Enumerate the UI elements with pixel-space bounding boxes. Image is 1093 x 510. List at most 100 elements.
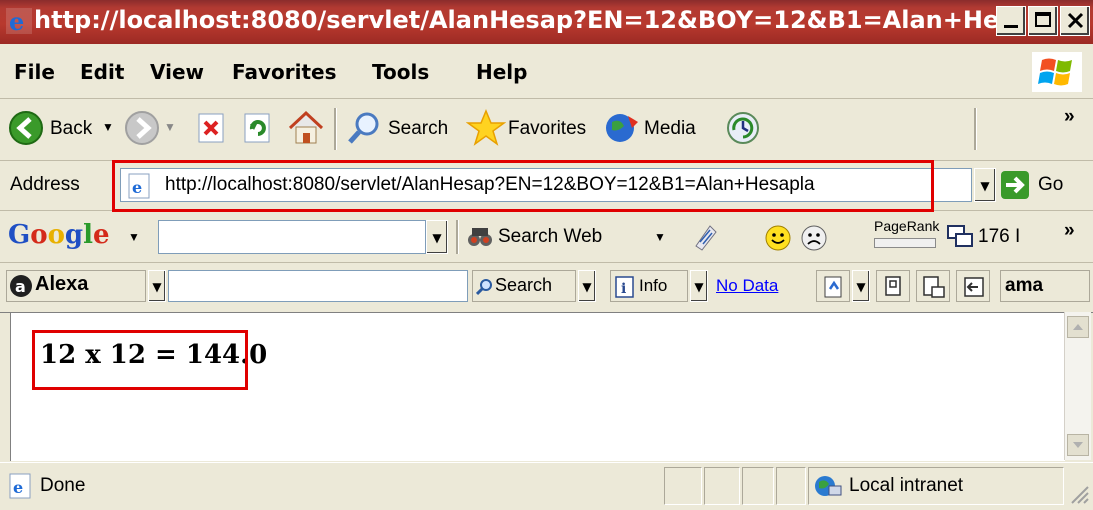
pagerank-label: PageRank [874, 218, 940, 234]
alexa-search-label: Search [495, 275, 553, 295]
scroll-down-button[interactable] [1067, 434, 1089, 456]
favorites-button[interactable]: Favorites [508, 118, 586, 140]
address-label: Address [10, 174, 80, 195]
magnifier-icon [476, 279, 492, 296]
alexa-back-button[interactable] [956, 270, 990, 302]
alexa-info-button[interactable]: i Info [610, 270, 688, 302]
home-icon[interactable] [286, 108, 326, 146]
binoculars-icon [468, 228, 492, 246]
close-button[interactable] [1060, 6, 1090, 36]
windows-logo-icon [1032, 52, 1082, 92]
popup-blocker-icon[interactable] [946, 224, 974, 250]
search-button[interactable]: Search [388, 118, 448, 140]
alexa-archive-button[interactable] [916, 270, 950, 302]
close-icon [1067, 12, 1084, 29]
resize-grip-icon[interactable] [1068, 483, 1090, 505]
svg-text:e: e [9, 8, 24, 34]
go-arrow-icon[interactable] [1000, 170, 1030, 200]
search-web-button[interactable]: Search Web [498, 226, 602, 248]
toolbar-separator [334, 108, 337, 150]
menu-view[interactable]: View [150, 60, 204, 84]
status-cell [742, 467, 774, 505]
scroll-up-arrow-icon [1073, 324, 1083, 330]
scroll-up-button[interactable] [1067, 316, 1089, 338]
alexa-toolbar: a Alexa ▼ Search ▼ i Info ▼ No Data ▼ am… [0, 262, 1093, 313]
title-bar[interactable]: e http://localhost:8080/servlet/AlanHesa… [0, 0, 1093, 44]
page-navigation-icon [824, 276, 842, 298]
browser-window: e http://localhost:8080/servlet/AlanHesa… [0, 0, 1093, 510]
go-button[interactable]: Go [1038, 174, 1063, 196]
window-title: http://localhost:8080/servlet/AlanHesap?… [34, 6, 1027, 34]
stop-icon[interactable] [196, 112, 228, 144]
alexa-info-dropdown-button[interactable]: ▼ [690, 270, 708, 302]
status-bar: e Done Local intranet [0, 462, 1093, 510]
local-intranet-icon [815, 476, 842, 496]
svg-text:e: e [13, 478, 23, 497]
forward-dropdown-icon[interactable]: ▼ [164, 120, 176, 134]
search-web-dropdown-icon[interactable]: ▼ [654, 230, 666, 244]
result-highlight-box [32, 330, 248, 390]
toolbar-separator [456, 220, 459, 254]
back-dropdown-icon[interactable]: ▼ [102, 120, 114, 134]
standard-toolbar: Back ▼ ▼ Search Favorites Media » [0, 98, 1093, 161]
alexa-nav-dropdown-button[interactable]: ▼ [852, 270, 870, 302]
popups-blocked-count[interactable]: 176 I [978, 226, 1020, 248]
favorites-star-icon[interactable] [466, 108, 506, 148]
google-logo[interactable]: Google [8, 220, 110, 250]
alexa-search-dropdown-button[interactable]: ▼ [578, 270, 596, 302]
alexa-a-icon: a [10, 275, 32, 297]
scroll-down-arrow-icon [1073, 442, 1083, 448]
alexa-nav-button[interactable] [816, 270, 850, 302]
url-highlight-box [112, 160, 934, 212]
alexa-search-button[interactable]: Search [472, 270, 576, 302]
google-toolbar-more-button[interactable]: » [1064, 220, 1075, 242]
address-dropdown-button[interactable]: ▼ [974, 168, 996, 202]
svg-text:a: a [15, 277, 26, 296]
search-icon[interactable] [346, 110, 382, 146]
google-search-input[interactable] [158, 220, 426, 254]
security-zone-cell[interactable]: Local intranet [808, 467, 1064, 505]
menu-tools[interactable]: Tools [372, 60, 429, 84]
forward-arrow-icon[interactable] [124, 110, 160, 146]
toolbar-separator [974, 108, 977, 150]
vertical-scrollbar[interactable] [1064, 312, 1091, 460]
alexa-related-button[interactable] [876, 270, 910, 302]
info-icon: i [615, 276, 634, 298]
menu-file[interactable]: File [14, 60, 55, 84]
status-cell [776, 467, 806, 505]
smiley-icon[interactable] [764, 224, 792, 252]
google-menu-dropdown-icon[interactable]: ▼ [128, 230, 140, 244]
menu-help[interactable]: Help [476, 60, 527, 84]
history-icon[interactable] [724, 110, 762, 146]
alexa-search-input[interactable] [168, 270, 468, 302]
menu-favorites[interactable]: Favorites [232, 60, 337, 84]
toolbar-more-button[interactable]: » [1064, 106, 1075, 128]
status-cell [664, 467, 702, 505]
amazon-label: ama [1005, 275, 1044, 296]
back-arrow-icon[interactable] [8, 110, 44, 146]
pagerank-bar [874, 238, 936, 248]
related-pages-icon [885, 276, 901, 296]
refresh-icon[interactable] [242, 112, 274, 144]
status-text: Done [40, 475, 86, 496]
menu-bar: File Edit View Favorites Tools Help [0, 46, 1093, 99]
minimize-button[interactable] [996, 6, 1026, 36]
amazon-button[interactable]: ama [1000, 270, 1090, 302]
menu-edit[interactable]: Edit [80, 60, 124, 84]
google-search-dropdown-button[interactable]: ▼ [426, 220, 448, 254]
no-data-link[interactable]: No Data [716, 276, 778, 296]
return-arrow-icon [964, 277, 984, 297]
alexa-logo-button[interactable]: a Alexa [6, 270, 146, 302]
alexa-logo: Alexa [35, 273, 89, 295]
svg-text:i: i [621, 281, 626, 297]
back-button[interactable]: Back [50, 118, 92, 140]
media-icon[interactable] [602, 108, 642, 148]
maximize-button[interactable] [1028, 6, 1058, 36]
frown-icon[interactable] [800, 224, 828, 252]
news-icon[interactable] [690, 222, 720, 252]
media-button[interactable]: Media [644, 118, 696, 140]
status-cell [704, 467, 740, 505]
security-zone-label: Local intranet [849, 475, 964, 496]
alexa-menu-dropdown-button[interactable]: ▼ [148, 270, 166, 302]
page-done-icon: e [9, 473, 31, 499]
